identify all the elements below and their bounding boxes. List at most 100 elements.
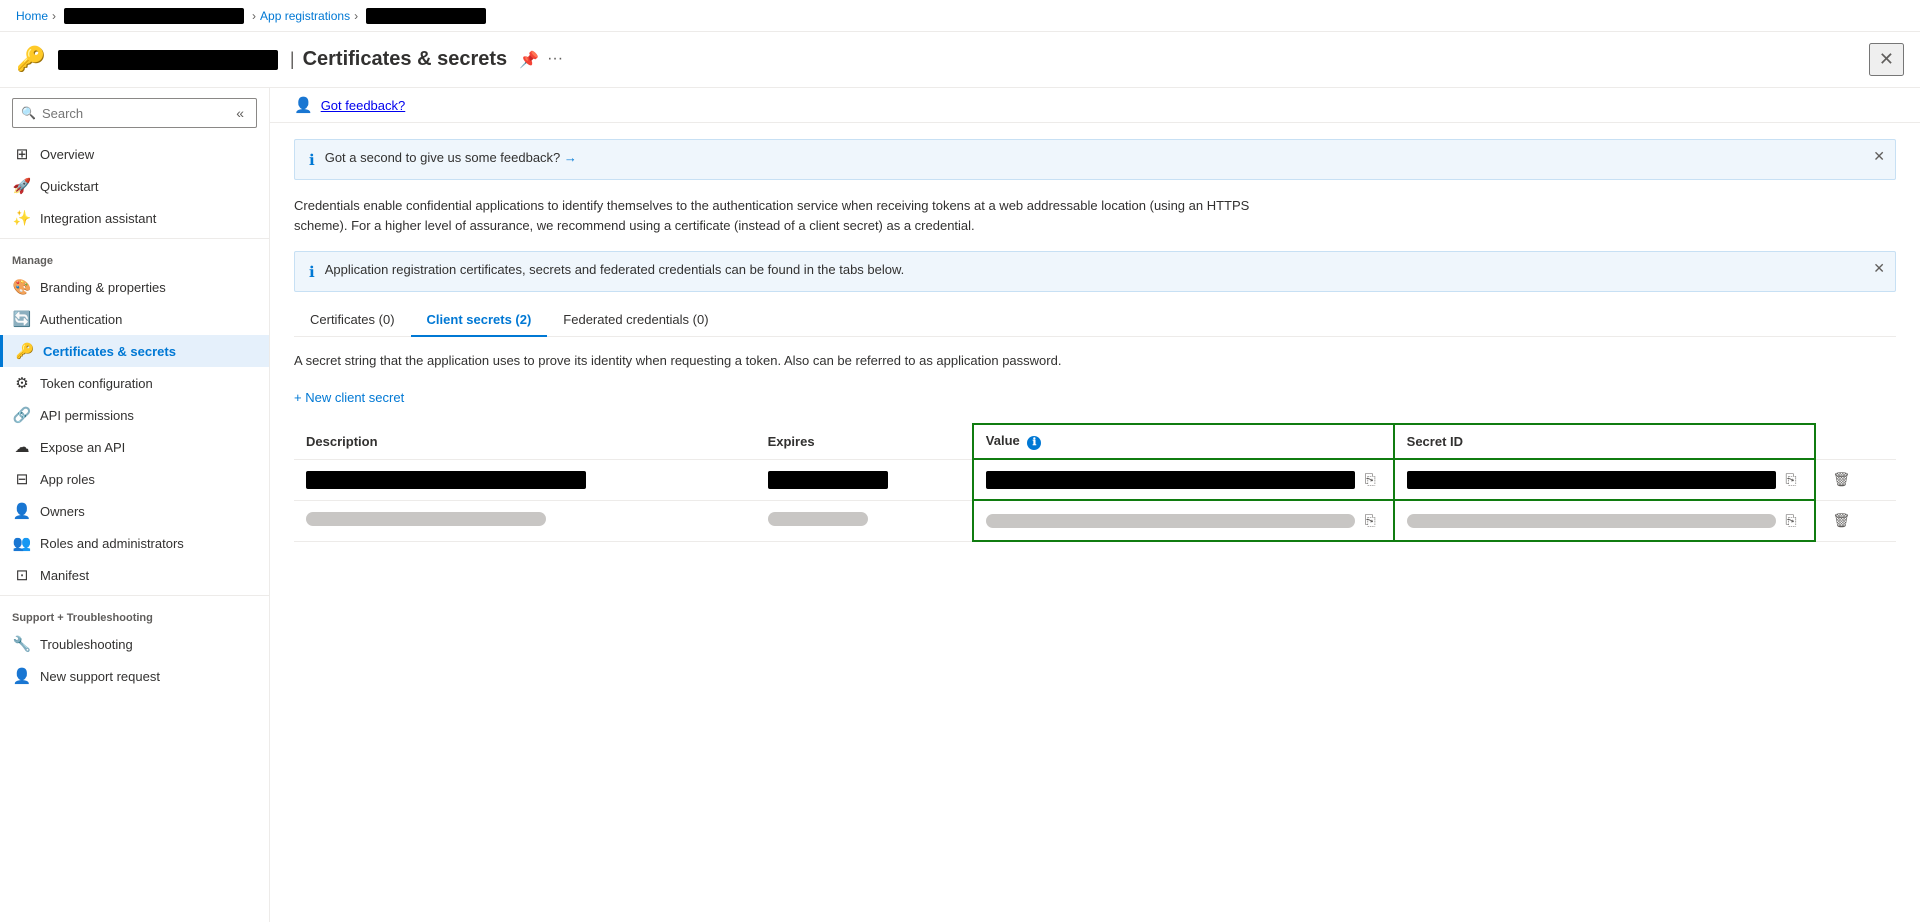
sidebar-owners-label: Owners — [40, 504, 85, 519]
token-icon: ⚙ — [12, 374, 32, 392]
sidebar-support-label: New support request — [40, 669, 160, 684]
tab-client-secrets[interactable]: Client secrets (2) — [411, 304, 548, 337]
info-banner-2: ℹ Application registration certificates,… — [294, 251, 1896, 292]
nav-divider-support — [0, 595, 269, 596]
breadcrumb-app-registrations[interactable]: App registrations — [260, 9, 350, 23]
sidebar-item-roles-admins[interactable]: 👥 Roles and administrators — [0, 527, 269, 559]
sidebar-item-token-config[interactable]: ⚙ Token configuration — [0, 367, 269, 399]
row1-secret-id: ⎘ — [1394, 459, 1815, 500]
sidebar-manifest-label: Manifest — [40, 568, 89, 583]
breadcrumb-home[interactable]: Home — [16, 9, 48, 23]
sidebar-item-manifest[interactable]: ⊡ Manifest — [0, 559, 269, 591]
row2-secret-id: ⎘ — [1394, 500, 1815, 541]
row1-value-masked — [986, 471, 1356, 489]
sparkle-icon: ✨ — [12, 209, 32, 227]
sidebar-item-overview[interactable]: ⊞ Overview — [0, 138, 269, 170]
feedback-banner: ℹ Got a second to give us some feedback?… — [294, 139, 1896, 180]
sidebar-overview-label: Overview — [40, 147, 94, 162]
content-inner: ℹ Got a second to give us some feedback?… — [270, 123, 1920, 558]
add-client-secret-button[interactable]: + New client secret — [294, 384, 404, 411]
sidebar-quickstart-label: Quickstart — [40, 179, 99, 194]
info-icon-2: ℹ — [309, 263, 315, 281]
search-input[interactable] — [42, 106, 232, 121]
row2-expires — [756, 500, 973, 541]
credentials-description: Credentials enable confidential applicat… — [294, 196, 1254, 235]
breadcrumb-current — [366, 8, 486, 24]
sidebar-branding-label: Branding & properties — [40, 280, 166, 295]
header-actions: 📌 ··· — [519, 50, 563, 70]
tab-federated[interactable]: Federated credentials (0) — [547, 304, 724, 337]
content-area: 👤 Got feedback? ℹ Got a second to give u… — [270, 88, 1920, 922]
feedback-icon: 👤 — [294, 96, 313, 114]
close-button[interactable]: ✕ — [1869, 43, 1904, 76]
api-icon: 🔗 — [12, 406, 32, 424]
feedback-link[interactable]: Got feedback? — [321, 98, 406, 113]
sidebar-api-label: API permissions — [40, 408, 134, 423]
manage-section-label: Manage — [0, 243, 269, 271]
col-header-description: Description — [294, 424, 756, 459]
row2-actions: 🗑 — [1815, 500, 1896, 541]
sidebar-item-quickstart[interactable]: 🚀 Quickstart — [0, 170, 269, 202]
banner1-text: Got a second to give us some feedback? → — [325, 150, 1881, 165]
banner1-close-button[interactable]: ✕ — [1873, 148, 1885, 165]
secret-description-text: A secret string that the application use… — [294, 353, 1896, 368]
row1-description-masked — [306, 471, 586, 489]
sidebar-item-certificates[interactable]: 🔑 Certificates & secrets — [0, 335, 269, 367]
authentication-icon: 🔄 — [12, 310, 32, 328]
search-icon: 🔍 — [21, 106, 36, 120]
sidebar-item-integration-assistant[interactable]: ✨ Integration assistant — [0, 202, 269, 234]
pin-icon[interactable]: 📌 — [519, 50, 539, 70]
row2-action-buttons: 🗑 — [1828, 509, 1884, 532]
row2-delete-button[interactable]: 🗑 — [1828, 509, 1856, 532]
more-options-icon[interactable]: ··· — [547, 50, 563, 70]
table-header-row: Description Expires Value ℹ Secret ID — [294, 424, 1896, 459]
row1-copy-secret-button[interactable]: ⎘ — [1780, 468, 1801, 491]
sidebar-token-label: Token configuration — [40, 376, 153, 391]
row1-copy-value-button[interactable]: ⎘ — [1359, 468, 1380, 491]
sidebar-item-new-support[interactable]: 👤 New support request — [0, 660, 269, 692]
certificates-icon: 🔑 — [15, 342, 35, 360]
row1-action-buttons: 🗑 — [1828, 468, 1884, 491]
page-header: 🔑 | Certificates & secrets 📌 ··· ✕ — [0, 32, 1920, 88]
row1-expires-masked — [768, 471, 888, 489]
row1-actions: 🗑 — [1815, 459, 1896, 500]
col-header-value: Value ℹ — [973, 424, 1394, 459]
row2-expires-masked — [768, 512, 868, 526]
tabs-container: Certificates (0) Client secrets (2) Fede… — [294, 304, 1896, 337]
row2-value: ⎘ — [973, 500, 1394, 541]
banner2-text: Application registration certificates, s… — [325, 262, 1881, 277]
row2-value-masked — [986, 514, 1356, 528]
row1-value: ⎘ — [973, 459, 1394, 500]
sidebar-item-troubleshooting[interactable]: 🔧 Troubleshooting — [0, 628, 269, 660]
banner2-close-button[interactable]: ✕ — [1873, 260, 1885, 277]
banner1-link[interactable]: → — [564, 150, 577, 165]
row1-delete-button[interactable]: 🗑 — [1828, 468, 1856, 491]
sidebar: 🔍 « ⊞ Overview 🚀 Quickstart ✨ Integratio… — [0, 88, 270, 922]
row1-expires — [756, 459, 973, 500]
row2-description-masked — [306, 512, 546, 526]
grid-icon: ⊞ — [12, 145, 32, 163]
value-info-icon[interactable]: ℹ — [1027, 436, 1041, 450]
tab-certificates[interactable]: Certificates (0) — [294, 304, 411, 337]
sidebar-item-app-roles[interactable]: ⊟ App roles — [0, 463, 269, 495]
sidebar-troubleshoot-label: Troubleshooting — [40, 637, 133, 652]
info-icon-1: ℹ — [309, 151, 315, 169]
sidebar-item-branding[interactable]: 🎨 Branding & properties — [0, 271, 269, 303]
main-layout: 🔍 « ⊞ Overview 🚀 Quickstart ✨ Integratio… — [0, 88, 1920, 922]
table-row: ⎘ ⎘ 🗑 — [294, 459, 1896, 500]
manifest-icon: ⊡ — [12, 566, 32, 584]
roles-icon: 👥 — [12, 534, 32, 552]
troubleshoot-icon: 🔧 — [12, 635, 32, 653]
sidebar-expose-label: Expose an API — [40, 440, 125, 455]
sidebar-item-owners[interactable]: 👤 Owners — [0, 495, 269, 527]
row2-copy-value-button[interactable]: ⎘ — [1359, 509, 1380, 532]
support-icon: 👤 — [12, 667, 32, 685]
sidebar-item-expose-api[interactable]: ☁ Expose an API — [0, 431, 269, 463]
col-header-secret-id: Secret ID — [1394, 424, 1815, 459]
page-title: Certificates & secrets — [303, 48, 508, 71]
row2-copy-secret-button[interactable]: ⎘ — [1780, 509, 1801, 532]
sidebar-item-api-permissions[interactable]: 🔗 API permissions — [0, 399, 269, 431]
sidebar-authentication-label: Authentication — [40, 312, 122, 327]
collapse-sidebar-button[interactable]: « — [232, 103, 248, 123]
sidebar-item-authentication[interactable]: 🔄 Authentication — [0, 303, 269, 335]
